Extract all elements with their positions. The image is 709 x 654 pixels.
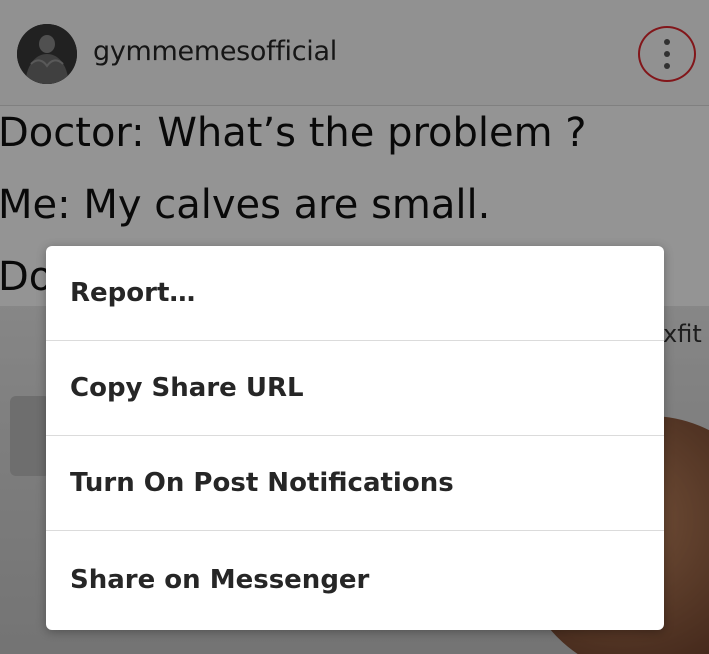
menu-item-turn-on-post-notifications[interactable]: Turn On Post Notifications <box>46 436 664 531</box>
post-options-menu: Report… Copy Share URL Turn On Post Noti… <box>46 246 664 630</box>
menu-item-report[interactable]: Report… <box>46 246 664 341</box>
menu-item-share-on-messenger[interactable]: Share on Messenger <box>46 531 664 628</box>
menu-item-copy-share-url[interactable]: Copy Share URL <box>46 341 664 436</box>
instagram-post-screen: gymmemesofficial Doctor: What’s the prob… <box>0 0 709 654</box>
